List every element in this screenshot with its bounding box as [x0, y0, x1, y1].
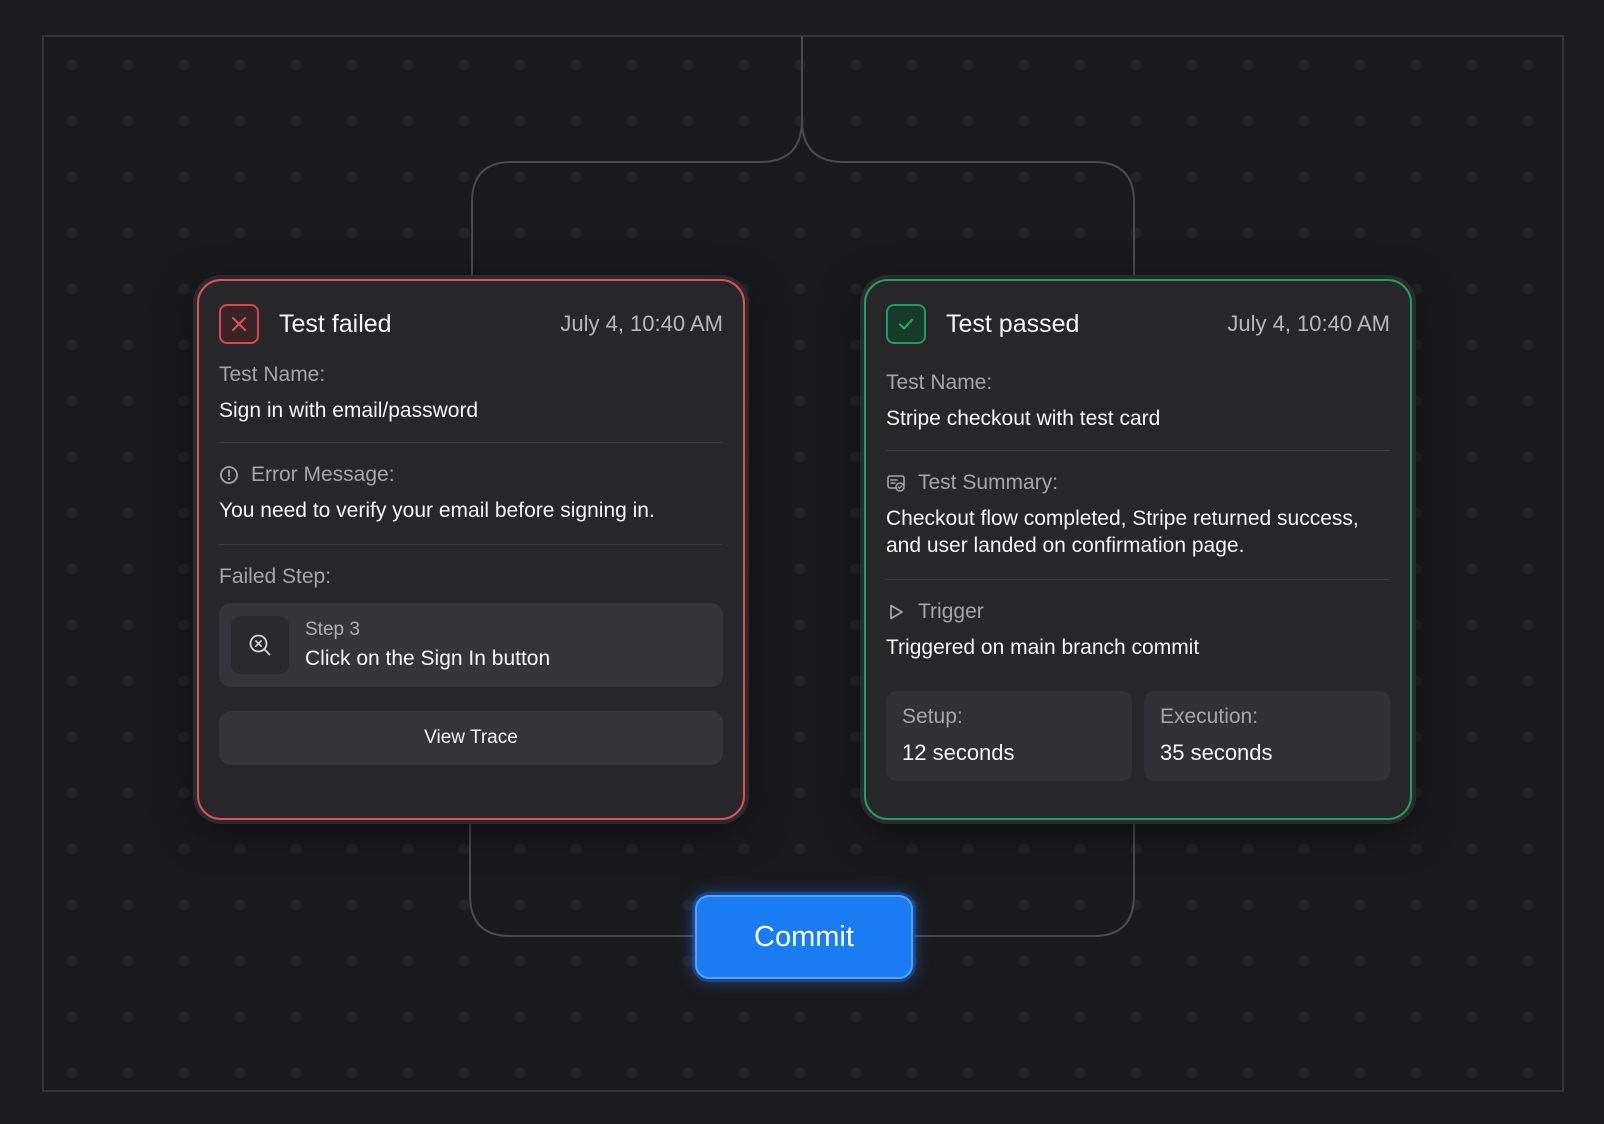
check-icon: [886, 304, 926, 344]
error-message-value: You need to verify your email before sig…: [219, 499, 655, 522]
timing-stats: Setup: 12 seconds Execution: 35 seconds: [886, 691, 1390, 781]
commit-button[interactable]: Commit: [695, 895, 913, 979]
test-name-label: Test Name:: [219, 363, 326, 386]
error-message-label-text: Error Message:: [251, 463, 395, 486]
test-summary-label: Test Summary:: [886, 471, 1390, 495]
divider: [886, 579, 1390, 580]
test-failed-card: Test failed July 4, 10:40 AM Test Name: …: [197, 279, 745, 820]
card-header: Test failed July 4, 10:40 AM: [219, 303, 723, 345]
test-summary-value: Checkout flow completed, Stripe returned…: [886, 505, 1390, 559]
error-message-label: Error Message:: [219, 463, 723, 487]
test-passed-card: Test passed July 4, 10:40 AM Test Name: …: [864, 279, 1412, 820]
test-summary-label-text: Test Summary:: [918, 471, 1059, 494]
execution-stat: Execution: 35 seconds: [1144, 691, 1390, 781]
trigger-label: Trigger: [886, 600, 1390, 624]
trigger-label-text: Trigger: [918, 600, 984, 623]
step-text: Step 3 Click on the Sign In button: [305, 619, 550, 671]
card-title: Test passed: [946, 309, 1080, 338]
card-timestamp: July 4, 10:40 AM: [1227, 311, 1390, 336]
execution-value: 35 seconds: [1160, 740, 1273, 765]
divider: [219, 442, 723, 443]
setup-stat: Setup: 12 seconds: [886, 691, 1132, 781]
summary-line: Checkout flow completed, Stripe returned…: [886, 507, 1359, 530]
test-name-value: Sign in with email/password: [219, 399, 479, 422]
view-trace-button[interactable]: View Trace: [219, 711, 723, 765]
close-icon: [219, 304, 259, 344]
test-name-value: Stripe checkout with test card: [886, 407, 1161, 430]
divider: [219, 544, 723, 545]
play-icon: [886, 602, 906, 622]
alert-circle-icon: [219, 465, 239, 485]
card-title: Test failed: [279, 309, 392, 338]
search-x-icon: [231, 616, 289, 674]
divider: [886, 450, 1390, 451]
step-number: Step 3: [305, 619, 360, 640]
card-timestamp: July 4, 10:40 AM: [560, 311, 723, 336]
failed-step-item[interactable]: Step 3 Click on the Sign In button: [219, 603, 723, 687]
execution-label: Execution:: [1160, 705, 1259, 728]
step-description: Click on the Sign In button: [305, 647, 551, 670]
setup-label: Setup:: [902, 705, 963, 728]
trigger-value: Triggered on main branch commit: [886, 636, 1200, 659]
summary-icon: [886, 473, 906, 493]
summary-line: and user landed on confirmation page.: [886, 534, 1245, 557]
setup-value: 12 seconds: [902, 740, 1015, 765]
test-name-label: Test Name:: [886, 371, 993, 394]
failed-step-label: Failed Step:: [219, 565, 332, 588]
card-header: Test passed July 4, 10:40 AM: [886, 303, 1390, 345]
